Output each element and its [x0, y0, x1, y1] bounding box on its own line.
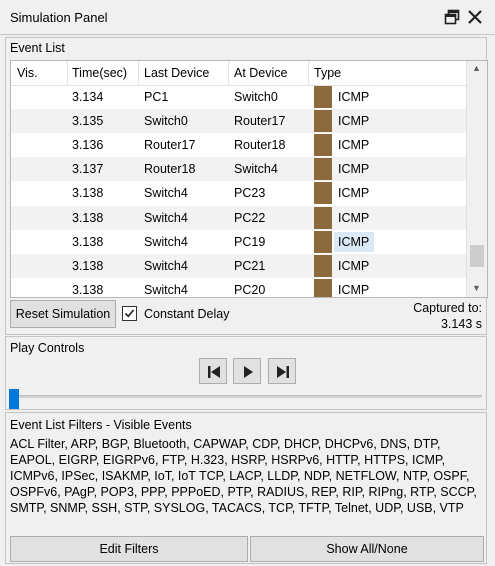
cell-at-device: Router18 [234, 138, 286, 153]
back-icon [208, 366, 220, 378]
cell-type: ICMP [338, 138, 370, 153]
cell-last-device: Switch4 [144, 210, 188, 225]
cell-at-device: PC23 [234, 186, 266, 201]
column-divider [67, 61, 68, 85]
captured-to-label: Captured to: [413, 301, 482, 315]
cell-time: 3.138 [72, 258, 104, 273]
packet-color-swatch [314, 86, 332, 108]
edit-filters-button[interactable]: Edit Filters [10, 536, 248, 562]
cell-at-device: PC20 [234, 282, 266, 297]
packet-color-swatch [314, 230, 332, 253]
event-table: Vis. Time(sec) Last Device At Device Typ… [10, 60, 488, 298]
cell-last-device: Switch4 [144, 282, 188, 297]
cell-at-device: PC22 [234, 210, 266, 225]
playback-slider-track[interactable] [10, 395, 482, 398]
cell-last-device: Switch4 [144, 234, 188, 249]
cell-at-device: Router17 [234, 114, 286, 129]
column-header-vis[interactable]: Vis. [17, 66, 38, 80]
scrollbar-thumb[interactable] [470, 245, 484, 267]
back-button[interactable] [199, 358, 227, 384]
cell-time: 3.136 [72, 138, 104, 153]
visible-events-list: ACL Filter, ARP, BGP, Bluetooth, CAPWAP,… [10, 437, 477, 515]
table-row[interactable]: 3.135 Switch0 Router17 ICMP [11, 109, 466, 134]
column-divider [138, 61, 139, 85]
scroll-up-icon[interactable]: ▲ [472, 63, 481, 73]
cell-last-device: Switch4 [144, 258, 188, 273]
playback-slider-handle[interactable] [9, 389, 19, 409]
constant-delay-label: Constant Delay [144, 307, 230, 321]
reset-simulation-button[interactable]: Reset Simulation [10, 300, 116, 328]
column-header-at-device[interactable]: At Device [234, 66, 288, 80]
cell-time: 3.137 [72, 162, 104, 177]
cell-at-device: PC21 [234, 258, 266, 273]
table-header: Vis. Time(sec) Last Device At Device Typ… [11, 61, 466, 86]
window-title: Simulation Panel [10, 10, 108, 25]
filters-label: Event List Filters - Visible Events [10, 418, 192, 432]
cell-type: ICMP [338, 162, 370, 177]
cell-time: 3.135 [72, 114, 104, 129]
title-bar: Simulation Panel [0, 0, 495, 35]
cell-at-device: Switch4 [234, 162, 278, 177]
packet-color-swatch [314, 134, 332, 157]
packet-color-swatch [314, 278, 332, 297]
cell-type: ICMP [338, 282, 370, 297]
table-row[interactable]: 3.138 Switch4 PC22 ICMP [11, 205, 466, 230]
cell-last-device: PC1 [144, 90, 169, 104]
cell-type: ICMP [338, 258, 370, 273]
column-header-last-device[interactable]: Last Device [144, 66, 209, 80]
table-row[interactable]: 3.138 Switch4 PC19 ICMP [11, 230, 466, 254]
packet-color-swatch [314, 110, 332, 133]
table-row[interactable]: 3.138 Switch4 PC21 ICMP [11, 253, 466, 278]
vertical-scrollbar[interactable]: ▲ ▼ [466, 61, 487, 297]
column-divider [228, 61, 229, 85]
cell-last-device: Switch0 [144, 114, 188, 129]
column-header-time[interactable]: Time(sec) [72, 66, 127, 80]
column-divider [308, 61, 309, 85]
event-list-label: Event List [10, 41, 65, 55]
event-list-panel: Event List Vis. Time(sec) Last Device At… [5, 37, 488, 335]
show-all-none-button[interactable]: Show All/None [250, 536, 484, 562]
captured-to-value: 3.143 s [440, 317, 482, 331]
play-button[interactable] [233, 358, 261, 384]
packet-color-swatch [314, 254, 332, 277]
packet-color-swatch [314, 182, 332, 205]
packet-color-swatch [314, 206, 332, 229]
cell-type: ICMP [338, 90, 370, 104]
packet-color-swatch [314, 158, 332, 181]
cell-type: ICMP [338, 114, 370, 129]
constant-delay-checkbox[interactable] [122, 306, 137, 321]
cell-time: 3.138 [72, 234, 104, 249]
cell-last-device: Router17 [144, 138, 196, 153]
table-row[interactable]: 3.138 Switch4 PC23 ICMP [11, 181, 466, 205]
close-icon[interactable] [467, 9, 483, 25]
cell-at-device: PC19 [234, 234, 266, 249]
cell-type: ICMP [338, 210, 370, 225]
cell-type: ICMP [338, 234, 370, 249]
cell-time: 3.138 [72, 210, 104, 225]
table-row[interactable]: 3.136 Router17 Router18 ICMP [11, 133, 466, 157]
undock-icon[interactable] [444, 9, 460, 25]
cell-at-device: Switch0 [234, 90, 278, 104]
cell-time: 3.138 [72, 186, 104, 201]
table-row[interactable]: 3.134 PC1 Switch0 ICMP [11, 85, 466, 109]
play-controls-panel: Play Controls [5, 336, 487, 410]
cell-type: ICMP [338, 186, 370, 201]
cell-last-device: Router18 [144, 162, 196, 177]
scroll-down-icon[interactable]: ▼ [472, 283, 481, 293]
cell-time: 3.138 [72, 282, 104, 297]
table-row[interactable]: 3.137 Router18 Switch4 ICMP [11, 157, 466, 182]
forward-button[interactable] [268, 358, 296, 384]
cell-time: 3.134 [72, 90, 104, 104]
play-icon [244, 366, 253, 378]
table-row[interactable]: 3.138 Switch4 PC20 ICMP [11, 278, 466, 297]
cell-last-device: Switch4 [144, 186, 188, 201]
event-filters-panel: Event List Filters - Visible Events ACL … [5, 412, 487, 564]
play-controls-label: Play Controls [10, 341, 85, 355]
column-header-type[interactable]: Type [314, 66, 341, 80]
forward-icon [277, 366, 289, 378]
